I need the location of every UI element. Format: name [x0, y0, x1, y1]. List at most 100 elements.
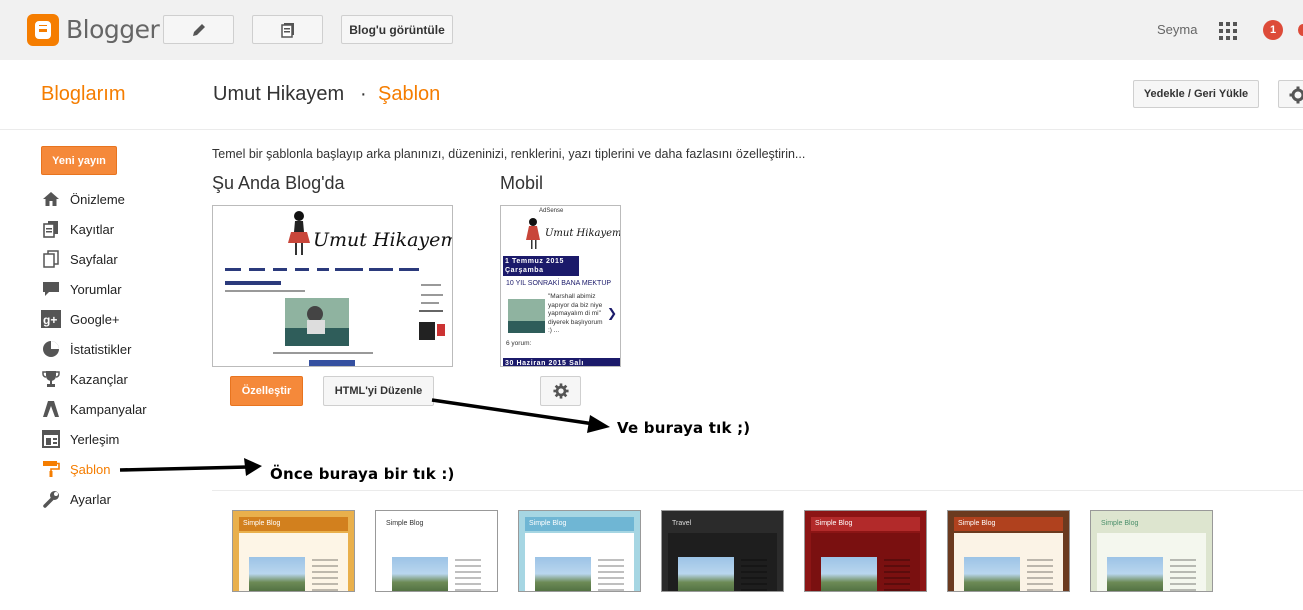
sidebar-item-settings[interactable]: Ayarlar — [41, 484, 191, 514]
mobile-post-image — [508, 299, 545, 333]
breadcrumb-blog-title[interactable]: Umut Hikayem — [213, 83, 344, 106]
sidebar-item-label: Sayfalar — [70, 251, 118, 267]
notification-badge[interactable]: 1 — [1263, 20, 1283, 40]
sidebar-item-label: Yorumlar — [70, 281, 122, 297]
home-icon — [41, 189, 61, 209]
template-sidebar-lines — [312, 559, 338, 591]
template-thumbnail-title: Simple Blog — [1097, 517, 1206, 531]
template-thumbnail-body — [525, 533, 634, 591]
sidebar-item-stats[interactable]: İstatistikler — [41, 334, 191, 364]
gear-icon — [552, 383, 569, 399]
template-sample-photo — [249, 557, 305, 591]
view-blog-button[interactable]: Blog'u görüntüle — [341, 15, 453, 44]
sidebar-item-template[interactable]: Şablon — [41, 454, 191, 484]
edit-html-button[interactable]: HTML'yi Düzenle — [323, 376, 434, 406]
intro-text: Temel bir şablonla başlayıp arka planını… — [212, 147, 806, 161]
template-sample-photo — [535, 557, 591, 591]
layout-icon — [41, 429, 61, 449]
sidebar-item-comments[interactable]: Yorumlar — [41, 274, 191, 304]
sidebar-item-earnings[interactable]: Kazançlar — [41, 364, 191, 394]
settings-button[interactable] — [1278, 80, 1303, 108]
template-sidebar-lines — [884, 559, 910, 591]
sidebar-item-label: Yerleşim — [70, 431, 120, 447]
sidebar-item-overview[interactable]: Önizleme — [41, 184, 191, 214]
sidebar-item-layout[interactable]: Yerleşim — [41, 424, 191, 454]
posts-icon — [41, 219, 61, 239]
customize-button[interactable]: Özelleştir — [230, 376, 303, 406]
breadcrumb-separator: · — [360, 83, 367, 105]
gear-icon — [1289, 86, 1303, 104]
template-thumbnail-title: Simple Blog — [239, 517, 348, 531]
template-sample-photo — [1107, 557, 1163, 591]
posts-list-button[interactable] — [252, 15, 323, 44]
mobile-comments-count[interactable]: 6 yorum: — [506, 340, 531, 347]
new-post-button[interactable]: Yeni yayın — [41, 146, 117, 175]
svg-text:Umut Hikayem: Umut Hikayem — [313, 229, 452, 251]
campaign-icon — [41, 399, 61, 419]
sidebar-item-campaigns[interactable]: Kampanyalar — [41, 394, 191, 424]
template-thumbnail-title: Simple Blog — [382, 517, 491, 531]
annotation-second-click: Ve buraya tık ;) — [617, 419, 751, 437]
template-thumbnail[interactable]: Simple Blog — [375, 510, 498, 592]
template-thumbnail-title: Simple Blog — [525, 517, 634, 531]
pages-icon — [41, 249, 61, 269]
template-thumbnail[interactable]: Simple Blog — [518, 510, 641, 592]
mobile-settings-button[interactable] — [540, 376, 581, 406]
posts-icon — [280, 22, 294, 38]
arrow-from-edit-html — [431, 398, 610, 433]
blogger-logo-icon[interactable] — [27, 14, 59, 46]
template-sidebar-lines — [741, 559, 767, 591]
my-blogs-link[interactable]: Bloglarım — [41, 83, 125, 106]
comments-icon — [41, 279, 61, 299]
blog-header: Bloglarım Umut Hikayem · Şablon Yedekle … — [0, 60, 1303, 130]
mobile-template-preview[interactable]: AdSense Umut Hikayem 1 Temmuz 2015 Çarşa… — [500, 205, 621, 367]
template-icon — [41, 459, 61, 479]
template-thumbnail-body — [382, 533, 491, 591]
wrench-icon — [41, 489, 61, 509]
template-sample-photo — [678, 557, 734, 591]
svg-text:g+: g+ — [43, 313, 57, 327]
trophy-icon — [41, 369, 61, 389]
template-thumbnail-body — [668, 533, 777, 591]
sidebar-item-google-plus[interactable]: g+ Google+ — [41, 304, 191, 334]
template-thumbnail-title: Simple Blog — [954, 517, 1063, 531]
template-thumbnail-title: Travel — [668, 517, 777, 531]
template-sidebar-lines — [455, 559, 481, 591]
current-template-preview[interactable]: Umut Hikayem — [212, 205, 453, 367]
template-thumbnail[interactable]: Simple Blog — [804, 510, 927, 592]
mobile-date-header: 1 Temmuz 2015 Çarşamba — [503, 256, 579, 276]
mobile-post-excerpt: "Marshall abimiz yapıyor da biz niye yap… — [548, 293, 603, 334]
template-thumbnail-title: Simple Blog — [811, 517, 920, 531]
template-sidebar-lines — [1027, 559, 1053, 591]
chevron-right-icon[interactable]: ❯ — [607, 306, 617, 320]
template-thumbnail-body — [239, 533, 348, 591]
account-avatar[interactable] — [1298, 24, 1303, 36]
template-thumbnail-body — [811, 533, 920, 591]
blogger-logo-text[interactable]: Blogger — [66, 15, 160, 44]
template-thumbnail[interactable]: Travel — [661, 510, 784, 592]
mobile-post-title[interactable]: 10 YIL SONRAKİ BANA MEKTUP — [506, 280, 611, 287]
sidebar-item-label: Şablon — [70, 461, 111, 477]
mobile-template-title: Mobil — [500, 173, 544, 193]
sidebar-item-pages[interactable]: Sayfalar — [41, 244, 191, 274]
apps-grid-icon[interactable] — [1219, 22, 1237, 40]
stats-icon — [41, 339, 61, 359]
sidebar-item-label: Ayarlar — [70, 491, 111, 507]
template-thumbnail[interactable]: Simple Blog — [947, 510, 1070, 592]
template-thumbnail-body — [1097, 533, 1206, 591]
backup-restore-button[interactable]: Yedekle / Geri Yükle — [1133, 80, 1259, 108]
template-thumbnail[interactable]: Simple Blog — [232, 510, 355, 592]
blog-preview-image: Umut Hikayem — [213, 206, 452, 366]
new-post-pencil-button[interactable] — [163, 15, 234, 44]
template-sidebar-lines — [1170, 559, 1196, 591]
pencil-icon — [192, 23, 205, 36]
sidebar-item-label: İstatistikler — [70, 341, 132, 357]
sidebar-item-label: Kayıtlar — [70, 221, 115, 237]
template-sample-photo — [964, 557, 1020, 591]
sidebar-item-posts[interactable]: Kayıtlar — [41, 214, 191, 244]
user-name[interactable]: Seyma — [1157, 22, 1197, 37]
template-thumbnail[interactable]: Simple Blog — [1090, 510, 1213, 592]
top-bar: Blogger Blog'u görüntüle Seyma 1 — [0, 0, 1303, 60]
mobile-blog-logo-image: Umut Hikayem — [526, 218, 620, 249]
current-template-title: Şu Anda Blog'da — [212, 173, 345, 193]
